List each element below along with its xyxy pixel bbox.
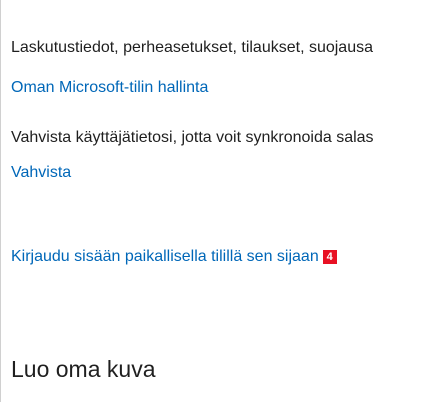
callout-badge: 4 — [322, 250, 337, 264]
manage-microsoft-account-link[interactable]: Oman Microsoft-tilin hallinta — [11, 78, 208, 98]
create-picture-heading: Luo oma kuva — [11, 356, 156, 382]
panel-left-border — [0, 0, 1, 402]
verify-link[interactable]: Vahvista — [11, 163, 71, 183]
verify-identity-text: Vahvista käyttäjätietosi, jotta voit syn… — [11, 129, 374, 146]
sign-in-local-account-link[interactable]: Kirjaudu sisään paikallisella tilillä se… — [11, 248, 319, 265]
local-account-row: Kirjaudu sisään paikallisella tilillä se… — [11, 247, 337, 267]
account-info-text: Laskutustiedot, perheasetukset, tilaukse… — [11, 39, 373, 56]
